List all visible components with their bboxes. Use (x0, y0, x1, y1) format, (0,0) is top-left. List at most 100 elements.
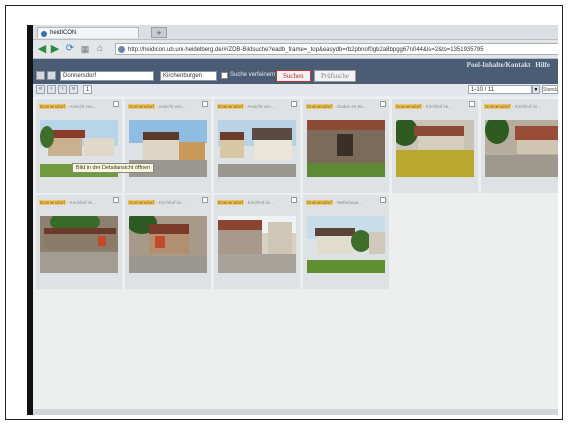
prev-page-icon[interactable]: ‹ (47, 85, 56, 94)
card-header: Donnersdorf - Ansicht von... (214, 99, 300, 115)
header-links: Pool-Inhalte/Kontakt Hilfe (464, 61, 550, 69)
card-title: Donnersdorf - Gaden im Kir... (306, 104, 374, 110)
card-header: Donnersdorf - Kirchhof im... (392, 99, 478, 115)
card-header: Donnersdorf - Gaden im Kir... (303, 99, 389, 115)
search-button[interactable]: Suchen (276, 70, 311, 82)
url-text: http://heidicon.ub.uni-heidelberg.de/#/Z… (128, 47, 484, 53)
thumbnail-image[interactable] (307, 216, 385, 273)
result-range[interactable]: 1-10 / 11 (468, 85, 532, 94)
card-title: Donnersdorf - Ansicht von... (217, 104, 285, 110)
chevron-down-icon[interactable]: ▼ (532, 85, 540, 94)
card-location: Donnersdorf (217, 200, 244, 205)
card-location: Donnersdorf (39, 104, 66, 109)
result-card[interactable]: Donnersdorf - Gaden im Kir... (303, 99, 389, 193)
thumbnail-image[interactable] (307, 120, 385, 177)
select-checkbox[interactable] (380, 101, 386, 107)
tab-bar: heidICON + (33, 25, 558, 40)
thumbnail-image[interactable] (218, 216, 296, 273)
card-location: Donnersdorf (39, 200, 66, 205)
result-card[interactable]: Donnersdorf - Wohnhaus... (303, 195, 389, 289)
card-description: - Kirchhof im... (421, 104, 453, 109)
address-bar[interactable]: http://heidicon.ub.uni-heidelberg.de/#/Z… (115, 43, 558, 55)
header-link-help[interactable]: Hilfe (535, 61, 550, 69)
card-location: Donnersdorf (306, 200, 333, 205)
page-number[interactable]: 1 (83, 85, 92, 94)
stop-icon[interactable]: ▦ (79, 43, 91, 55)
card-location: Donnersdorf (306, 104, 333, 109)
new-tab-button[interactable]: + (151, 27, 167, 38)
card-description: - Wohnhaus... (332, 200, 362, 205)
arrow-left-icon[interactable]: ◀ (36, 43, 48, 55)
app-header: Pool-Inhalte/Kontakt Hilfe Donnersdorf K… (33, 59, 558, 84)
pager-bar: « ‹ › » 1 1-10 / 11 ▼ Standard (33, 84, 558, 96)
select-checkbox[interactable] (113, 101, 119, 107)
result-card[interactable]: Donnersdorf - Kirchhof im... (392, 99, 478, 193)
card-header: Donnersdorf - Kirchhof im... (214, 195, 300, 211)
result-card[interactable]: Donnersdorf - Kirchhof im... (36, 195, 122, 289)
card-location: Donnersdorf (128, 104, 155, 109)
proof-search-button[interactable]: Prüfsuche (314, 70, 356, 82)
result-card[interactable]: Donnersdorf - Ansicht von... (36, 99, 122, 193)
result-card[interactable]: Donnersdorf - Kirchhof im... (125, 195, 211, 289)
reload-icon[interactable]: ⟳ (64, 43, 76, 55)
last-page-icon[interactable]: » (69, 85, 78, 94)
select-checkbox[interactable] (202, 101, 208, 107)
card-header: Donnersdorf - Kirchhof im... (36, 195, 122, 211)
thumbnail-image[interactable] (218, 120, 296, 177)
thumbnail-image[interactable] (485, 120, 558, 177)
refine-checkbox[interactable] (221, 72, 228, 79)
card-location: Donnersdorf (128, 200, 155, 205)
card-description: - Kirchhof im... (510, 104, 542, 109)
card-header: Donnersdorf - Kirchhof im... (481, 99, 558, 115)
home-icon[interactable]: ⌂ (94, 43, 106, 55)
image-tooltip: Bild in der Detailansicht öffnen (72, 163, 155, 173)
card-location: Donnersdorf (484, 104, 511, 109)
tab-title: heidICON (50, 30, 77, 36)
select-checkbox[interactable] (380, 197, 386, 203)
result-card[interactable]: Donnersdorf - Ansicht von... (214, 99, 300, 193)
select-checkbox[interactable] (202, 197, 208, 203)
list-view-icon[interactable] (47, 71, 56, 80)
monitor-bezel: heidICON + ◀ ▶ ⟳ ▦ ⌂ http://heidicon.ub.… (27, 25, 558, 415)
card-header: Donnersdorf - Kirchhof im... (125, 195, 211, 211)
navigation-bar: ◀ ▶ ⟳ ▦ ⌂ http://heidicon.ub.uni-heidelb… (33, 40, 558, 59)
card-title: Donnersdorf - Kirchhof im... (395, 104, 463, 110)
card-title: Donnersdorf - Kirchhof im... (217, 200, 285, 206)
select-checkbox[interactable] (291, 197, 297, 203)
grid-view-icon[interactable] (36, 71, 45, 80)
select-checkbox[interactable] (469, 101, 475, 107)
card-title: Donnersdorf - Kirchhof im... (128, 200, 196, 206)
browser-tab[interactable]: heidICON (37, 27, 139, 38)
card-header: Donnersdorf - Ansicht von... (125, 99, 211, 115)
card-header: Donnersdorf - Ansicht von... (36, 99, 122, 115)
favicon-icon (41, 31, 47, 37)
card-title: Donnersdorf - Ansicht von... (39, 104, 107, 110)
card-description: - Gaden im Kir... (332, 104, 367, 109)
result-card[interactable]: Donnersdorf - Kirchhof im... (214, 195, 300, 289)
select-checkbox[interactable] (113, 197, 119, 203)
card-title: Donnersdorf - Ansicht von... (128, 104, 196, 110)
thumbnail-image[interactable] (396, 120, 474, 177)
scope-select-value: Kirchenburgen (163, 73, 203, 79)
card-description: - Kirchhof im... (154, 200, 186, 205)
select-checkbox[interactable] (291, 101, 297, 107)
next-page-icon[interactable]: › (58, 85, 67, 94)
result-card[interactable]: Donnersdorf - Ansicht von... (125, 99, 211, 193)
card-title: Donnersdorf - Wohnhaus... (306, 200, 374, 206)
card-title: Donnersdorf - Kirchhof im... (39, 200, 107, 206)
card-description: - Ansicht von... (65, 104, 97, 109)
arrow-right-icon[interactable]: ▶ (49, 43, 61, 55)
scope-select[interactable]: Kirchenburgen (160, 71, 217, 81)
card-description: - Kirchhof im... (243, 200, 275, 205)
screenshot-frame: heidICON + ◀ ▶ ⟳ ▦ ⌂ http://heidicon.ub.… (5, 5, 563, 420)
card-location: Donnersdorf (217, 104, 244, 109)
header-link-pool-kontakt[interactable]: Pool-Inhalte/Kontakt (467, 61, 531, 69)
first-page-icon[interactable]: « (36, 85, 45, 94)
status-bar (33, 409, 558, 415)
card-description: - Ansicht von... (154, 104, 186, 109)
search-input[interactable]: Donnersdorf (60, 71, 154, 81)
thumbnail-image[interactable] (129, 216, 207, 273)
view-mode-select[interactable]: Standard (542, 85, 558, 94)
thumbnail-image[interactable] (40, 216, 118, 273)
result-card[interactable]: Donnersdorf - Kirchhof im... (481, 99, 558, 193)
